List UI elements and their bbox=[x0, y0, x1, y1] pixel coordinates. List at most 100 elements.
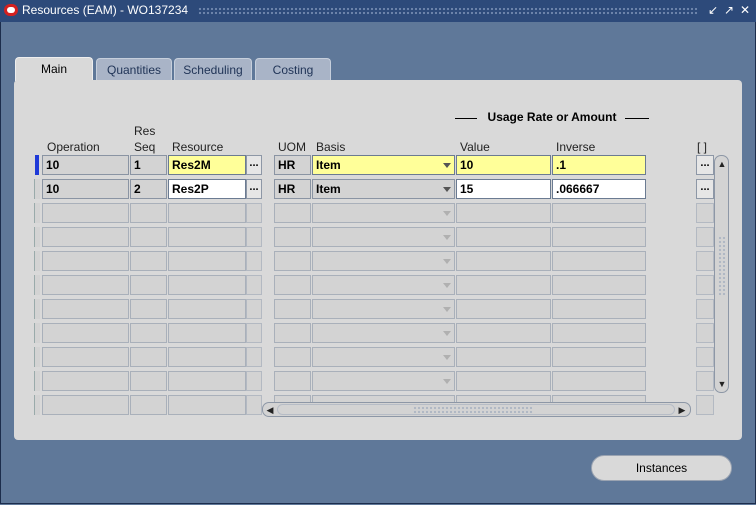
row-indicator[interactable] bbox=[34, 395, 40, 415]
uom-field[interactable] bbox=[274, 323, 311, 343]
inverse-field[interactable] bbox=[552, 227, 646, 247]
chevron-down-icon[interactable] bbox=[443, 235, 451, 240]
operation-field[interactable] bbox=[42, 227, 129, 247]
operation-field[interactable] bbox=[42, 347, 129, 367]
uom-field[interactable] bbox=[274, 275, 311, 295]
resource-lov-button[interactable] bbox=[246, 251, 262, 271]
uom-field[interactable] bbox=[274, 251, 311, 271]
operation-field[interactable] bbox=[42, 395, 129, 415]
row-indicator[interactable] bbox=[34, 203, 40, 223]
res-seq-field[interactable]: 2 bbox=[130, 179, 167, 199]
scroll-left-icon[interactable]: ◀ bbox=[264, 404, 276, 416]
chevron-down-icon[interactable] bbox=[443, 307, 451, 312]
resource-field[interactable] bbox=[168, 251, 246, 271]
more-button[interactable] bbox=[696, 371, 714, 391]
value-field[interactable]: 15 bbox=[456, 179, 551, 199]
basis-select[interactable] bbox=[312, 203, 455, 223]
basis-select[interactable]: Item bbox=[312, 179, 455, 199]
uom-field[interactable] bbox=[274, 299, 311, 319]
basis-select[interactable] bbox=[312, 251, 455, 271]
basis-select[interactable] bbox=[312, 275, 455, 295]
resource-lov-button[interactable] bbox=[246, 299, 262, 319]
basis-select[interactable] bbox=[312, 347, 455, 367]
inverse-field[interactable] bbox=[552, 299, 646, 319]
row-indicator[interactable] bbox=[34, 179, 40, 199]
value-field[interactable]: 10 bbox=[456, 155, 551, 175]
more-button[interactable] bbox=[696, 395, 714, 415]
tab-main[interactable]: Main bbox=[15, 57, 93, 81]
resource-lov-button[interactable] bbox=[246, 371, 262, 391]
row-indicator[interactable] bbox=[34, 323, 40, 343]
value-field[interactable] bbox=[456, 299, 551, 319]
tab-costing[interactable]: Costing bbox=[255, 58, 331, 80]
inverse-field[interactable] bbox=[552, 251, 646, 271]
more-button[interactable]: ... bbox=[696, 179, 714, 199]
chevron-down-icon[interactable] bbox=[443, 283, 451, 288]
scroll-down-icon[interactable]: ▼ bbox=[716, 378, 728, 390]
inverse-field[interactable] bbox=[552, 347, 646, 367]
basis-select[interactable] bbox=[312, 371, 455, 391]
basis-select[interactable] bbox=[312, 227, 455, 247]
resource-lov-button[interactable] bbox=[246, 203, 262, 223]
row-indicator[interactable] bbox=[34, 227, 40, 247]
chevron-down-icon[interactable] bbox=[443, 187, 451, 192]
value-field[interactable] bbox=[456, 347, 551, 367]
operation-field[interactable] bbox=[42, 299, 129, 319]
value-field[interactable] bbox=[456, 203, 551, 223]
more-button[interactable] bbox=[696, 251, 714, 271]
operation-field[interactable] bbox=[42, 251, 129, 271]
minimize-icon[interactable]: ↙ bbox=[706, 3, 720, 18]
operation-field[interactable] bbox=[42, 203, 129, 223]
tab-scheduling[interactable]: Scheduling bbox=[174, 58, 252, 80]
value-field[interactable] bbox=[456, 323, 551, 343]
row-indicator[interactable] bbox=[35, 155, 39, 175]
resource-field[interactable] bbox=[168, 371, 246, 391]
resource-field[interactable]: Res2P bbox=[168, 179, 246, 199]
resource-field[interactable] bbox=[168, 275, 246, 295]
inverse-field[interactable] bbox=[552, 323, 646, 343]
row-indicator[interactable] bbox=[34, 299, 40, 319]
uom-field[interactable]: HR bbox=[274, 179, 311, 199]
basis-select[interactable] bbox=[312, 323, 455, 343]
inverse-field[interactable] bbox=[552, 371, 646, 391]
uom-field[interactable] bbox=[274, 371, 311, 391]
tab-quantities[interactable]: Quantities bbox=[96, 58, 172, 80]
horizontal-scrollbar[interactable]: ◀ ▶ bbox=[262, 402, 691, 417]
operation-field[interactable]: 10 bbox=[42, 155, 129, 175]
operation-field[interactable] bbox=[42, 371, 129, 391]
value-field[interactable] bbox=[456, 371, 551, 391]
inverse-field[interactable]: .1 bbox=[552, 155, 646, 175]
operation-field[interactable] bbox=[42, 275, 129, 295]
more-button[interactable] bbox=[696, 227, 714, 247]
res-seq-field[interactable] bbox=[130, 299, 167, 319]
inverse-field[interactable] bbox=[552, 203, 646, 223]
more-button[interactable] bbox=[696, 203, 714, 223]
row-indicator[interactable] bbox=[34, 347, 40, 367]
more-button[interactable]: ... bbox=[696, 155, 714, 175]
basis-select[interactable] bbox=[312, 299, 455, 319]
res-seq-field[interactable] bbox=[130, 347, 167, 367]
resource-field[interactable] bbox=[168, 299, 246, 319]
chevron-down-icon[interactable] bbox=[443, 331, 451, 336]
close-icon[interactable]: ✕ bbox=[738, 3, 752, 18]
chevron-down-icon[interactable] bbox=[443, 259, 451, 264]
value-field[interactable] bbox=[456, 275, 551, 295]
operation-field[interactable]: 10 bbox=[42, 179, 129, 199]
row-indicator[interactable] bbox=[34, 371, 40, 391]
resource-field[interactable]: Res2M bbox=[168, 155, 246, 175]
scroll-up-icon[interactable]: ▲ bbox=[716, 158, 728, 170]
uom-field[interactable]: HR bbox=[274, 155, 311, 175]
maximize-icon[interactable]: ↗ bbox=[722, 3, 736, 18]
chevron-down-icon[interactable] bbox=[443, 211, 451, 216]
res-seq-field[interactable] bbox=[130, 251, 167, 271]
chevron-down-icon[interactable] bbox=[443, 163, 451, 168]
value-field[interactable] bbox=[456, 251, 551, 271]
basis-select[interactable]: Item bbox=[312, 155, 455, 175]
horizontal-scroll-thumb[interactable] bbox=[413, 406, 533, 414]
resource-lov-button[interactable] bbox=[246, 227, 262, 247]
inverse-field[interactable]: .066667 bbox=[552, 179, 646, 199]
more-button[interactable] bbox=[696, 275, 714, 295]
res-seq-field[interactable] bbox=[130, 371, 167, 391]
chevron-down-icon[interactable] bbox=[443, 379, 451, 384]
res-seq-field[interactable] bbox=[130, 395, 167, 415]
